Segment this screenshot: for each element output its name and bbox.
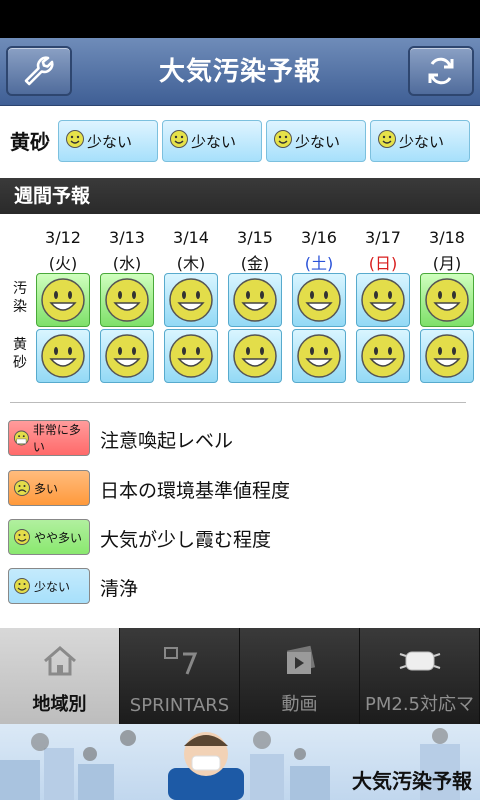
smile-face-icon xyxy=(169,334,213,378)
mask-icon xyxy=(360,644,479,678)
app-bar: 大気汚染予報 xyxy=(0,38,480,106)
kosa-pill-3[interactable]: 少ない xyxy=(266,120,366,162)
sad-face-icon xyxy=(14,480,30,496)
smile-face-icon xyxy=(65,129,85,153)
day-date: 3/12 xyxy=(45,228,81,247)
legend-badge: 多い xyxy=(8,470,90,506)
weekly-header: 週間予報 xyxy=(0,178,480,214)
kosa-pill-label: 少ない xyxy=(399,132,445,151)
smile-face-icon xyxy=(425,278,469,322)
kosa-row: 黄砂 少ない 少ない 少ない 少ない xyxy=(0,106,480,178)
kosa-row-label-1: 黄 xyxy=(13,337,27,353)
legend-text: 注意喚起レベル xyxy=(100,430,234,452)
ad-banner[interactable]: 大気汚染予報 xyxy=(0,724,480,800)
pollution-forecast-tile[interactable] xyxy=(36,273,90,327)
tab-region[interactable]: 地域別 xyxy=(0,628,120,724)
kosa-forecast-tile[interactable] xyxy=(100,329,154,383)
day-weekday: (火) xyxy=(48,254,78,273)
kosa-pill-label: 少ない xyxy=(191,132,237,151)
smile-face-icon xyxy=(361,278,405,322)
legend-badge-label: 少ない xyxy=(34,579,71,594)
smile-face-icon xyxy=(41,334,85,378)
day-weekday: (日) xyxy=(368,254,398,273)
smile-face-icon xyxy=(14,578,30,594)
legend-text: 大気が少し霞む程度 xyxy=(100,529,272,551)
tab-pm25-label: PM2.5対応マ xyxy=(364,694,474,715)
kosa-pill-label: 少ない xyxy=(87,132,133,151)
smile-face-icon xyxy=(377,129,397,153)
day-weekday: (木) xyxy=(176,254,206,273)
pollution-forecast-tile[interactable] xyxy=(164,273,218,327)
smile-face-icon xyxy=(105,334,149,378)
smile-face-icon xyxy=(41,278,85,322)
day-date: 3/18 xyxy=(429,228,465,247)
video-icon xyxy=(240,644,359,678)
legend-badge-label: 非常に多い xyxy=(32,423,81,454)
smile-face-icon xyxy=(361,334,405,378)
legend-badge: やや多い xyxy=(8,519,90,555)
pollution-forecast-tile[interactable] xyxy=(420,273,474,327)
smile-face-icon xyxy=(425,334,469,378)
kosa-forecast-tile[interactable] xyxy=(292,329,346,383)
legend-text: 清浄 xyxy=(100,578,139,600)
smile-face-icon xyxy=(273,129,293,153)
kosa-row-label: 黄 砂 xyxy=(10,336,30,372)
mask-face-icon xyxy=(13,430,29,446)
home-icon xyxy=(0,644,119,678)
kosa-row-label-2: 砂 xyxy=(13,355,27,371)
kosa-forecast-tile[interactable] xyxy=(228,329,282,383)
kosa-label: 黄砂 xyxy=(10,130,50,154)
pollution-forecast-tile[interactable] xyxy=(356,273,410,327)
divider xyxy=(10,402,466,403)
kosa-forecast-tile[interactable] xyxy=(420,329,474,383)
tab-bar: 地域別 SPRINTARS 動画 PM2.5対応マ xyxy=(0,628,480,724)
pollution-forecast-tile[interactable] xyxy=(100,273,154,327)
day-date: 3/16 xyxy=(301,228,337,247)
day-date: 3/17 xyxy=(365,228,401,247)
kosa-pill-4[interactable]: 少ない xyxy=(370,120,470,162)
kosa-pill-2[interactable]: 少ない xyxy=(162,120,262,162)
smile-face-icon xyxy=(297,278,341,322)
day-weekday: (金) xyxy=(240,254,270,273)
legend-badge-label: やや多い xyxy=(34,530,83,545)
refresh-icon xyxy=(428,57,454,85)
pollution-row-label: 汚 染 xyxy=(10,280,30,316)
day-weekday: (水) xyxy=(112,254,142,273)
smile-face-icon xyxy=(233,334,277,378)
tab-video-label: 動画 xyxy=(281,694,318,715)
kosa-pill-label: 少ない xyxy=(295,132,341,151)
smile-face-icon xyxy=(297,334,341,378)
smile-face-icon xyxy=(169,278,213,322)
kosa-forecast-tile[interactable] xyxy=(164,329,218,383)
banner-title: 大気汚染予報 xyxy=(352,769,472,793)
pollution-row-label-1: 汚 xyxy=(13,281,27,297)
day-weekday: (月) xyxy=(432,254,462,273)
legend-text: 日本の環境基準値程度 xyxy=(100,480,291,502)
calendar-icon xyxy=(120,644,239,678)
legend-badge: 非常に多い xyxy=(8,420,90,456)
tab-region-label: 地域別 xyxy=(32,694,87,715)
pollution-forecast-tile[interactable] xyxy=(228,273,282,327)
status-bar xyxy=(0,0,480,38)
refresh-button[interactable] xyxy=(408,46,474,96)
tab-sprintars-label: SPRINTARS xyxy=(129,695,230,716)
day-date: 3/13 xyxy=(109,228,145,247)
kosa-pill-1[interactable]: 少ない xyxy=(58,120,158,162)
tab-video[interactable]: 動画 xyxy=(240,628,360,724)
smile-face-icon xyxy=(233,278,277,322)
smile-face-icon xyxy=(14,529,30,545)
legend-badge-label: 多い xyxy=(34,481,59,496)
tab-pm25[interactable]: PM2.5対応マ xyxy=(360,628,480,724)
pollution-row-label-2: 染 xyxy=(13,299,27,315)
kosa-forecast-tile[interactable] xyxy=(36,329,90,383)
pollution-forecast-tile[interactable] xyxy=(292,273,346,327)
legend-badge: 少ない xyxy=(8,568,90,604)
kosa-forecast-tile[interactable] xyxy=(356,329,410,383)
day-date: 3/15 xyxy=(237,228,273,247)
tab-sprintars[interactable]: SPRINTARS xyxy=(120,628,240,724)
smile-face-icon xyxy=(169,129,189,153)
day-date: 3/14 xyxy=(173,228,209,247)
day-weekday: (土) xyxy=(304,254,334,273)
smile-face-icon xyxy=(105,278,149,322)
